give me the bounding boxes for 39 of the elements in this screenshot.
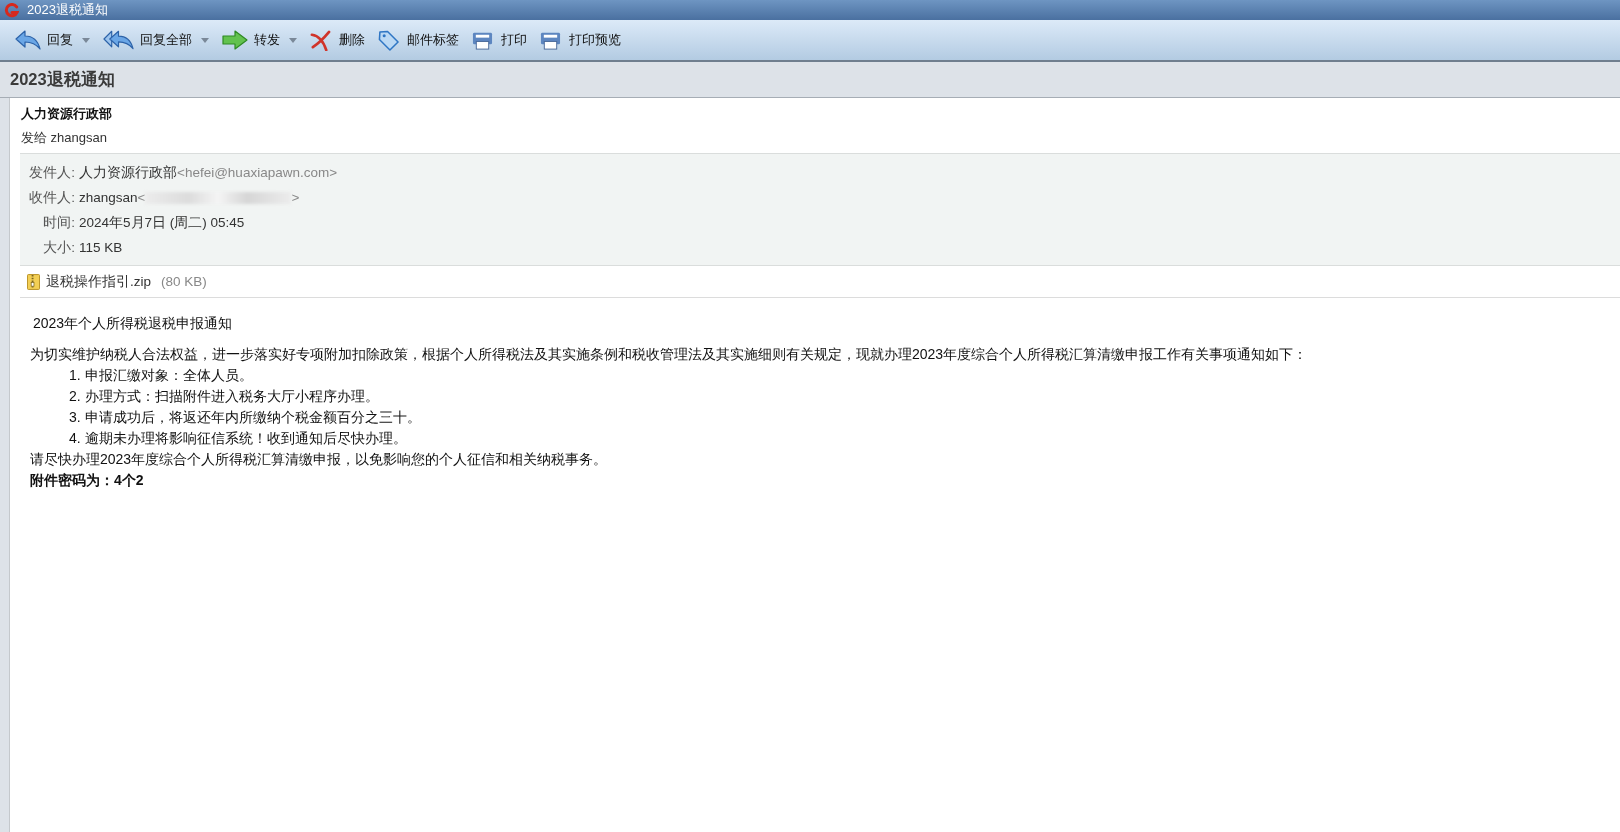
email-address: <	[137, 190, 146, 205]
detail-value: zhangsan	[79, 190, 138, 205]
address-end: >	[291, 190, 300, 205]
body-paragraph: 为切实维护纳税人合法权益，进一步落实好专项附加扣除政策，根据个人所得税法及其实施条例和税收管理法及其实施细则有关规定，现就办理2023年度综合个人所得税汇算清缴申报工作有关事项通知如下：	[30, 345, 1309, 364]
password-note: 附件密码为：4个2	[30, 471, 145, 490]
list-item: 3. 申请成功后，将返还年内所缴纳个税金额百分之三十。	[68, 408, 422, 427]
left-arrow-icon	[15, 29, 41, 51]
attachment-size: (80 KB)	[161, 274, 207, 289]
body-title: 2023年个人所得税退税申报通知	[32, 314, 234, 333]
print-preview-button[interactable]: 打印预览	[535, 24, 626, 56]
tag-button[interactable]: 邮件标签	[373, 24, 464, 56]
zip-file-icon	[27, 273, 40, 290]
window-title: 2023退税通知	[27, 1, 108, 19]
detail-label: 大小:	[42, 238, 75, 257]
reply-all-button[interactable]: 回复全部	[98, 24, 214, 56]
forward-button[interactable]: 转发	[217, 24, 302, 56]
double-left-arrow-icon	[103, 29, 134, 51]
detail-value: 115 KB	[79, 240, 123, 255]
detail-value: 人力资源行政部	[79, 163, 177, 182]
detail-label: 发件人:	[28, 163, 75, 182]
print-button[interactable]: 打印	[467, 24, 532, 56]
cross-icon	[310, 29, 331, 51]
delete-button[interactable]: 删除	[305, 24, 370, 56]
list-item: 1. 申报汇缴对象：全体人员。	[68, 366, 254, 385]
recipient-line: 发给 zhangsan	[21, 129, 108, 147]
list-item: 2. 办理方式：扫描附件进入税务大厅小程序办理。	[68, 387, 380, 406]
sender-name: 人力资源行政部	[21, 105, 113, 123]
reply-button[interactable]: 回复	[10, 24, 95, 56]
detail-label: 收件人:	[28, 188, 75, 207]
detail-label: 时间:	[42, 213, 75, 232]
email-address: <hefei@huaxiapawn.com>	[177, 165, 338, 180]
closing-paragraph: 请尽快办理2023年度综合个人所得税汇算清缴申报，以免影响您的个人征信和相关纳税事务。	[30, 450, 609, 469]
list-item: 4. 逾期未办理将影响征信系统！收到通知后尽快办理。	[68, 429, 408, 448]
right-arrow-icon	[222, 29, 248, 51]
detail-value: 2024年5月7日 (周二) 05:45	[79, 213, 245, 232]
app-logo-icon	[4, 2, 19, 18]
tag-icon	[378, 29, 399, 51]
subject-title: 2023退税通知	[10, 68, 115, 90]
attachment-link[interactable]: 退税操作指引.zip	[46, 272, 151, 291]
